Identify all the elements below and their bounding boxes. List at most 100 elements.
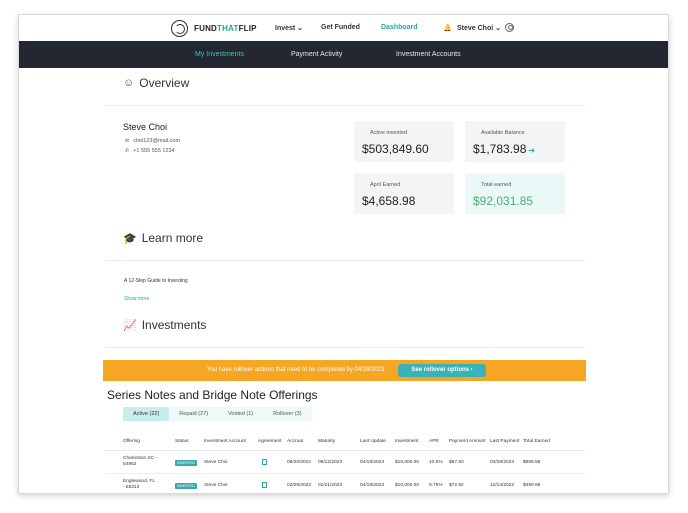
status-badge: INVESTED [175,460,197,466]
cell-account: Steve Choi [204,483,228,488]
col-investment-account[interactable]: Investment Account [204,439,246,444]
table-header: Offering Status Investment Account Agree… [105,433,585,451]
card-value: $4,658.98 [362,194,416,208]
col-total-earned[interactable]: Total Earned [523,439,550,444]
document-icon[interactable] [262,482,267,488]
graduation-cap-icon: 🎓 [123,232,137,245]
envelope-icon: ✉ [125,138,130,144]
logo-text-flip: FLIP [238,23,257,33]
cell-total-earned: $969.58 [523,460,541,465]
phone-text: +1 555 555 1234 [133,148,175,154]
learn-more-title: Learn more [141,231,204,245]
cell-apr: 10.5% [429,460,443,465]
col-maturity[interactable]: Maturity [318,439,335,444]
divider [105,105,585,106]
email-text: choi123@mail.com [133,138,181,144]
cell-account: Steve Choi [204,460,228,465]
tab-investment-accounts[interactable]: Investment Accounts [396,51,461,58]
col-last-update[interactable]: Last Update [360,439,386,444]
cell-last-update: 04/19/2023 [360,460,385,465]
investments-heading: 📈 Investments [123,318,206,332]
tab-payment-activity[interactable]: Payment Activity [291,51,342,58]
col-payment-amount[interactable]: Payment Amount [449,439,486,444]
chart-growth-icon: 📈 [123,319,137,332]
col-status[interactable]: Status [175,439,189,444]
card-label: Available Balance [481,130,525,136]
document-icon[interactable] [262,459,267,465]
offerings-tabs: Active (22) Repaid (27) Voided (1) Rollo… [123,407,312,421]
divider [105,347,585,348]
tab-repaid[interactable]: Repaid (27) [169,407,219,421]
cell-offering-zip: - 55313 [123,485,140,490]
cell-offering[interactable]: Englewood, FL [123,479,155,484]
tab-my-investments[interactable]: My Investments [195,51,244,58]
card-value-text: $1,783.98 [473,142,527,156]
status-badge: INVESTED [175,483,197,489]
cell-total-earned: $490.99 [523,483,541,488]
nav-get-funded[interactable]: Get Funded [321,24,360,31]
col-apr[interactable]: APR [429,439,439,444]
card-active-invested: Active invested $503,849.60 [354,121,454,162]
arrow-right-icon[interactable]: ➜ [528,146,535,155]
divider [105,260,585,261]
tab-active[interactable]: Active (22) [123,407,170,421]
logo-text-fund: FUND [194,23,218,33]
col-last-payment[interactable]: Last Payment [490,439,519,444]
phone-icon: ✆ [125,148,130,154]
col-accrual[interactable]: Accrual [287,439,303,444]
nav-invest[interactable]: Invest ⌄ [275,24,303,32]
cell-offering-zip: 64962 [123,462,137,467]
learn-more-heading: 🎓 Learn more [123,231,203,245]
nav-user-menu[interactable]: Steve Choi ⌄ [457,24,501,32]
overview-title: Overview [139,76,190,90]
top-navbar: FUNDTHATFLIP Invest ⌄ Get Funded Dashboa… [19,15,668,41]
see-rollover-options-button[interactable]: See rollover options › [398,364,486,377]
profile-phone: ✆ +1 555 555 1234 [125,148,175,154]
cell-offering[interactable]: Charleston SC - [123,456,157,461]
cell-investment: $15,000.00 [395,460,420,465]
profile-name: Steve Choi [123,122,168,132]
guide-link[interactable]: A 12-Step Guide to Investing [124,278,188,284]
cell-investment: $10,000.00 [395,483,420,488]
table-row[interactable]: Englewood, FL - 55313 INVESTED Steve Cho… [105,475,585,493]
table-row[interactable]: Charleston SC - 64962 INVESTED Steve Cho… [105,452,585,474]
card-value: $503,849.60 [362,142,429,156]
card-label: Total earned [481,182,512,188]
user-avatar-icon[interactable] [505,23,514,32]
col-agreement[interactable]: Agreement [258,439,281,444]
banner-text: You have rollover actions that need to b… [207,367,385,373]
col-offering[interactable]: Offering [123,439,140,444]
cell-maturity: 01/21/2023 [318,483,343,488]
card-april-earned: April Earned $4,658.98 [354,173,454,214]
investments-title: Investments [141,318,207,332]
nav-dashboard[interactable]: Dashboard [381,24,418,31]
card-value: $1,783.98 ➜ [473,142,535,156]
cell-accrual: 09/20/2022 [287,460,312,465]
cell-apr: 9.75% [429,483,443,488]
cell-accrual: 02/09/2022 [287,483,312,488]
cell-payment: $72.92 [449,483,464,488]
cell-last-payment: 12/14/2022 [490,483,515,488]
card-label: Active invested [370,130,407,136]
show-more-link[interactable]: Show more [124,296,149,302]
rollover-banner: You have rollover actions that need to b… [103,360,586,381]
bell-icon[interactable]: 🔔 [443,24,452,32]
user-circle-icon: ☺ [123,77,135,89]
cell-last-update: 04/19/2023 [360,483,385,488]
cell-last-payment: 03/28/2023 [490,460,515,465]
cell-payment: $87.50 [449,460,464,465]
cell-maturity: 09/12/2023 [318,460,343,465]
tab-voided[interactable]: Voided (1) [218,407,264,421]
sub-navbar: My Investments Payment Activity Investme… [19,41,668,68]
card-available-balance[interactable]: Available Balance $1,783.98 ➜ [465,121,565,162]
tab-rollover[interactable]: Rollover (3) [263,407,312,421]
logo[interactable]: FUNDTHATFLIP [171,19,257,37]
offerings-title: Series Notes and Bridge Note Offerings [107,388,318,402]
overview-heading: ☺ Overview [123,76,189,90]
card-value: $92,031.85 [473,194,534,208]
card-total-earned: Total earned $92,031.85 [465,173,565,214]
col-investment[interactable]: Investment [395,439,418,444]
logo-text-that: THAT [217,23,239,33]
card-label: April Earned [370,182,401,188]
browser-frame: FUNDTHATFLIP Invest ⌄ Get Funded Dashboa… [18,14,669,494]
